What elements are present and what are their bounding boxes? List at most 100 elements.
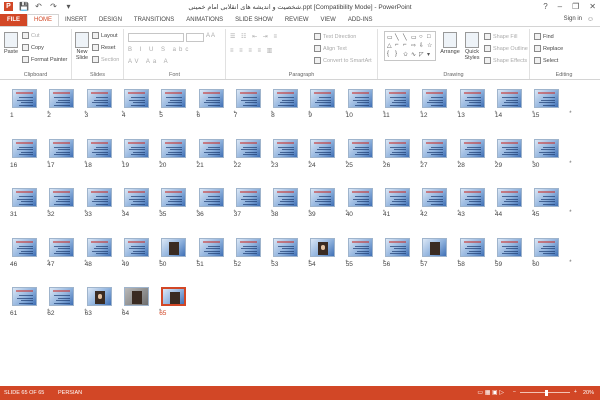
textbox-shape-icon[interactable]: ▭ xyxy=(387,34,394,41)
copy-button[interactable]: Copy xyxy=(22,44,44,51)
slide-thumbnail[interactable]: 61 * xyxy=(10,287,49,317)
slide-thumbnail[interactable]: 34 * xyxy=(122,188,161,218)
format-painter-button[interactable]: Format Painter xyxy=(22,56,67,63)
cut-button[interactable]: Cut xyxy=(22,32,40,39)
slide-thumbnail[interactable]: 13 * xyxy=(458,89,497,119)
slide-thumbnail[interactable]: 55 * xyxy=(346,237,385,268)
tab-transitions[interactable]: TRANSITIONS xyxy=(128,14,180,26)
reset-button[interactable]: Reset xyxy=(92,44,115,51)
help-icon[interactable]: ? xyxy=(543,2,547,11)
select-button[interactable]: Select xyxy=(534,57,558,64)
slide-thumbnail[interactable]: 63 * xyxy=(85,287,124,317)
connector-shape-icon[interactable]: ⌐ xyxy=(395,42,402,49)
paste-button[interactable]: Paste xyxy=(3,32,19,55)
shape-fill-button[interactable]: Shape Fill xyxy=(484,33,517,40)
alignment-buttons[interactable]: ≡ ≡ ≡ ≡ ▥ xyxy=(230,47,274,54)
slide-thumbnail[interactable]: 43 * xyxy=(458,188,497,218)
minimize-button[interactable]: – xyxy=(558,2,562,11)
slide-thumbnail[interactable]: 9 * xyxy=(308,89,348,119)
slide-thumbnail[interactable]: 1 * xyxy=(10,89,49,119)
zoom-level[interactable]: 20% xyxy=(583,390,594,396)
replace-button[interactable]: Replace xyxy=(534,45,563,52)
convert-smartart-button[interactable]: Convert to SmartArt xyxy=(314,57,372,64)
slide-thumbnail[interactable]: 33 * xyxy=(85,188,124,218)
slide-thumbnail[interactable]: 23 * xyxy=(271,138,310,169)
zoom-out-button[interactable]: − xyxy=(513,389,516,395)
slide-thumbnail[interactable]: 27 * xyxy=(420,138,460,169)
slide-thumbnail[interactable]: 24 * xyxy=(308,138,348,169)
tab-file[interactable]: FILE xyxy=(0,14,27,26)
slide-thumbnail[interactable]: 46 * xyxy=(10,237,49,268)
close-button[interactable]: ✕ xyxy=(589,2,596,11)
font-size-controls[interactable]: A A xyxy=(206,33,215,39)
slide-thumbnail[interactable]: 4 * xyxy=(122,89,161,119)
slide-thumbnail[interactable]: 42 * xyxy=(420,188,460,218)
font-name-box[interactable] xyxy=(128,33,184,42)
triangle-shape-icon[interactable]: △ xyxy=(387,42,394,49)
tab-animations[interactable]: ANIMATIONS xyxy=(180,14,229,26)
slide-thumbnail[interactable]: 39 * xyxy=(308,188,348,218)
rect-shape-icon[interactable]: ▭ xyxy=(411,34,418,41)
slide-thumbnail[interactable]: 60 * xyxy=(532,237,572,268)
slide-thumbnail[interactable]: 7 * xyxy=(234,89,273,119)
tab-review[interactable]: REVIEW xyxy=(279,14,315,26)
star-shape-icon[interactable]: ✩ xyxy=(403,51,410,58)
slide-thumbnail[interactable]: 14 * xyxy=(495,89,534,119)
slide-thumbnail[interactable]: 19 * xyxy=(122,138,161,169)
line-shape-icon[interactable]: ╲ xyxy=(395,34,402,41)
slide-thumbnail[interactable]: 32 * xyxy=(47,188,87,218)
font-color-buttons[interactable]: AV Aa A xyxy=(128,59,171,65)
arrange-button[interactable]: Arrange xyxy=(440,32,460,55)
slide-thumbnail[interactable]: 40 * xyxy=(346,188,385,218)
connector-shape-icon[interactable]: ⌐ xyxy=(403,42,410,49)
slide-thumbnail[interactable]: 65 xyxy=(159,287,187,317)
tab-design[interactable]: DESIGN xyxy=(93,14,128,26)
slide-thumbnail[interactable]: 58 * xyxy=(458,237,497,268)
slide-thumbnail[interactable]: 25 * xyxy=(346,138,385,169)
arrow-shape-icon[interactable]: ⇨ xyxy=(411,42,418,49)
new-slide-button[interactable]: New Slide xyxy=(74,32,90,61)
slide-thumbnail[interactable]: 52 * xyxy=(234,237,273,268)
slide-thumbnail[interactable]: 22 * xyxy=(234,138,273,169)
slide-thumbnail[interactable]: 16 * xyxy=(10,138,49,169)
slide-thumbnail[interactable]: 21 * xyxy=(197,138,236,169)
list-buttons[interactable]: ☰ ☷ ⇤ ⇥ ≡ xyxy=(230,33,279,40)
slide-thumbnail[interactable]: 8 * xyxy=(271,89,310,119)
slide-thumbnail[interactable]: 30 * xyxy=(532,138,572,169)
shapes-gallery[interactable]: ▭ ╲ ╲ ▭ ○ □ △ ⌐ ⌐ ⇨ ⇩ ☆ {} ✩ ∿ ◸ ▾ xyxy=(384,31,436,61)
slide-thumbnail[interactable]: 59 * xyxy=(495,237,534,268)
tab-view[interactable]: VIEW xyxy=(315,14,342,26)
slide-thumbnail[interactable]: 56 * xyxy=(383,237,422,268)
oval-shape-icon[interactable]: ○ xyxy=(419,34,426,41)
shape-outline-button[interactable]: Shape Outline xyxy=(484,45,528,52)
font-size-box[interactable] xyxy=(186,33,204,42)
text-direction-button[interactable]: Text Direction xyxy=(314,33,356,40)
slide-thumbnail[interactable]: 47 * xyxy=(47,237,87,268)
slide-thumbnail[interactable]: 38 * xyxy=(271,188,310,218)
arrow-shape-icon[interactable]: ⇩ xyxy=(419,42,426,49)
slide-thumbnail[interactable]: 35 * xyxy=(159,188,199,218)
slide-thumbnail[interactable]: 53 * xyxy=(271,237,310,268)
slide-thumbnail[interactable]: 28 * xyxy=(458,138,497,169)
slide-thumbnail[interactable]: 36 * xyxy=(197,188,236,218)
slide-thumbnail[interactable]: 37 * xyxy=(234,188,273,218)
tab-add-ins[interactable]: ADD-INS xyxy=(342,14,379,26)
slide-thumbnail[interactable]: 48 * xyxy=(85,237,124,268)
slide-thumbnail[interactable]: 62 * xyxy=(47,287,87,317)
slide-thumbnail[interactable]: 49 * xyxy=(122,237,161,268)
slide-thumbnail[interactable]: 54 * xyxy=(308,237,348,268)
layout-button[interactable]: Layout xyxy=(92,32,118,39)
callout-shape-icon[interactable]: ◸ xyxy=(419,51,426,58)
slide-thumbnail[interactable]: 29 * xyxy=(495,138,534,169)
tab-insert[interactable]: INSERT xyxy=(59,14,93,26)
slide-thumbnail[interactable]: 45 * xyxy=(532,188,572,218)
rect-shape-icon[interactable]: □ xyxy=(427,34,434,41)
line-shape-icon[interactable]: ╲ xyxy=(403,34,410,41)
align-text-button[interactable]: Align Text xyxy=(314,45,347,52)
slide-thumbnail[interactable]: 3 * xyxy=(85,89,124,119)
zoom-in-button[interactable]: + xyxy=(574,389,577,395)
view-buttons[interactable]: ▭ ▦ ▣ ▷ xyxy=(477,389,504,396)
slide-thumbnail[interactable]: 12 * xyxy=(420,89,460,119)
slide-thumbnail[interactable]: 41 * xyxy=(383,188,422,218)
slide-thumbnail[interactable]: 64 * xyxy=(122,287,161,317)
